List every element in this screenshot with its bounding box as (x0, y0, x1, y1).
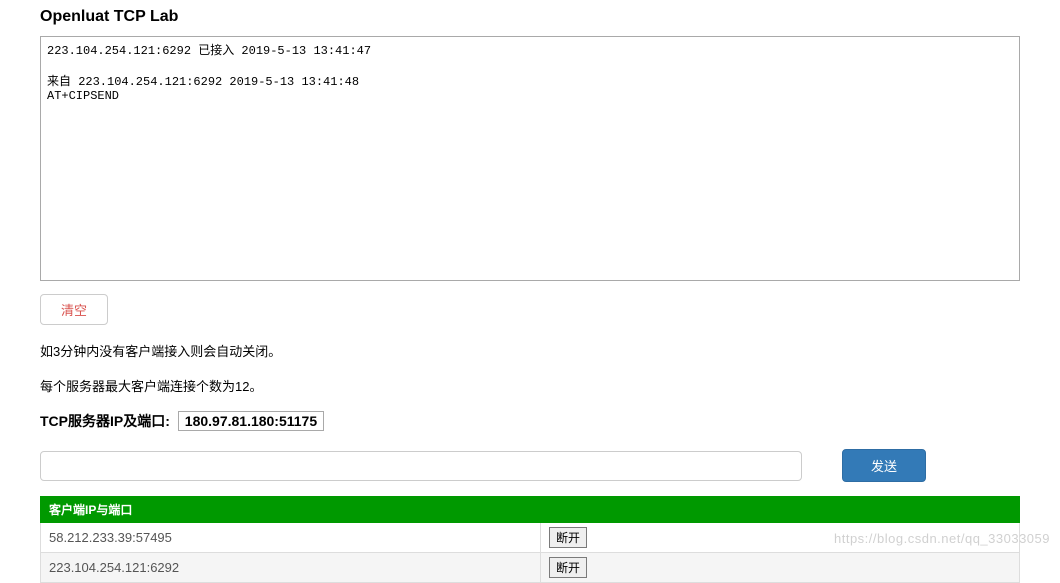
clear-button[interactable]: 清空 (40, 294, 108, 325)
server-label: TCP服务器IP及端口: (40, 413, 170, 429)
client-ip-cell: 223.104.254.121:6292 (41, 553, 541, 583)
send-button[interactable]: 发送 (842, 449, 926, 482)
client-ip-cell: 58.212.233.39:57495 (41, 523, 541, 553)
disconnect-button[interactable]: 断开 (549, 557, 587, 578)
client-action-cell: 断开 (541, 553, 1020, 583)
table-header-ip: 客户端IP与端口 (41, 497, 541, 523)
send-input[interactable] (40, 451, 802, 481)
log-textarea[interactable] (40, 36, 1020, 281)
page-title: Openluat TCP Lab (40, 0, 1020, 36)
table-header-action (541, 497, 1020, 523)
server-info: TCP服务器IP及端口: 180.97.81.180:51175 (40, 411, 1020, 431)
watermark: https://blog.csdn.net/qq_33033059 (834, 531, 1050, 546)
info-max-clients: 每个服务器最大客户端连接个数为12。 (40, 376, 1020, 395)
server-address: 180.97.81.180:51175 (178, 411, 324, 431)
info-auto-close: 如3分钟内没有客户端接入则会自动关闭。 (40, 341, 1020, 360)
disconnect-button[interactable]: 断开 (549, 527, 587, 548)
table-row: 223.104.254.121:6292 断开 (41, 553, 1020, 583)
